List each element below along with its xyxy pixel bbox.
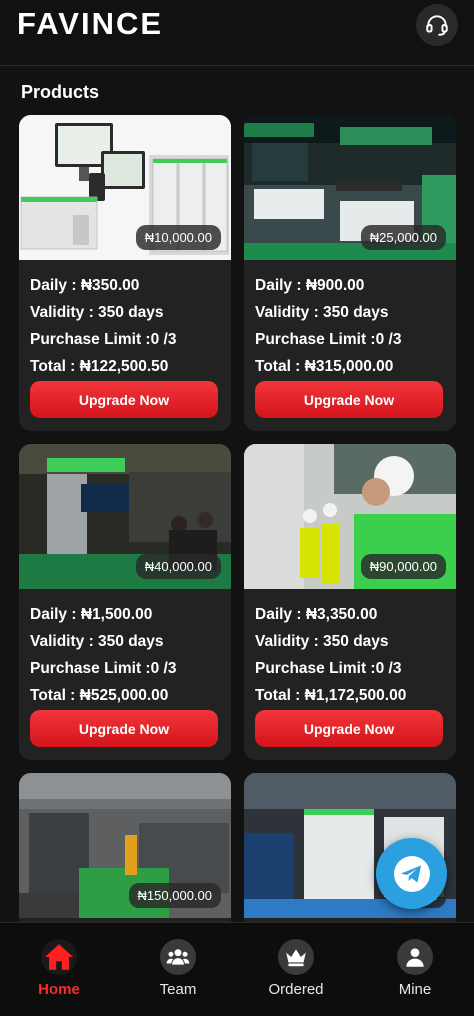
validity: Validity : 350 days: [30, 304, 164, 321]
product-price: ₦10,000.00: [135, 225, 221, 250]
upgrade-now-button[interactable]: Upgrade Now: [30, 381, 218, 418]
product-card: ₦10,000.00 Daily : ₦350.00 Validity : 35…: [19, 115, 231, 431]
total-income: Total : ₦315,000.00: [255, 358, 394, 375]
upgrade-now-button[interactable]: Upgrade Now: [255, 710, 443, 747]
daily-income: Daily : ₦900.00: [255, 277, 365, 294]
validity: Validity : 350 days: [255, 633, 389, 650]
product-image: ₦40,000.00: [19, 444, 231, 589]
product-price: ₦150,000.00: [128, 883, 221, 908]
app-header: FAVINCE: [0, 0, 474, 66]
product-card: ₦40,000.00 Daily : ₦1,500.00 Validity : …: [19, 444, 231, 760]
product-price: ₦25,000.00: [360, 225, 446, 250]
user-icon: [397, 939, 433, 975]
upgrade-now-button[interactable]: Upgrade Now: [30, 710, 218, 747]
bottom-navigation: Home Team Ordered Mine: [0, 922, 474, 1016]
section-title: Products: [21, 82, 100, 102]
purchase-limit: Purchase Limit :0 /3: [255, 331, 402, 348]
nav-team[interactable]: Team: [128, 939, 228, 998]
nav-label: Home: [38, 981, 80, 998]
product-price: ₦90,000.00: [360, 554, 446, 579]
telegram-icon: [393, 855, 430, 892]
home-icon: [41, 939, 77, 975]
purchase-limit: Purchase Limit :0 /3: [30, 331, 177, 348]
headset-icon: [426, 15, 448, 36]
upgrade-now-button[interactable]: Upgrade Now: [255, 381, 443, 418]
product-image: ₦90,000.00: [244, 444, 456, 589]
telegram-button[interactable]: [376, 838, 447, 909]
daily-income: Daily : ₦3,350.00: [255, 606, 378, 623]
product-image: ₦10,000.00: [19, 115, 231, 260]
crown-icon: [278, 939, 314, 975]
validity: Validity : 350 days: [30, 633, 164, 650]
total-income: Total : ₦122,500.50: [30, 358, 169, 375]
purchase-limit: Purchase Limit :0 /3: [255, 660, 402, 677]
nav-ordered[interactable]: Ordered: [246, 939, 346, 998]
nav-label: Team: [159, 981, 197, 998]
product-card: ₦90,000.00 Daily : ₦3,350.00 Validity : …: [244, 444, 456, 760]
brand-logo: FAVINCE: [17, 6, 164, 41]
total-income: Total : ₦525,000.00: [30, 687, 169, 704]
team-icon: [160, 939, 196, 975]
product-card: ₦25,000.00 Daily : ₦900.00 Validity : 35…: [244, 115, 456, 431]
nav-label: Mine: [398, 981, 432, 998]
product-price: ₦40,000.00: [135, 554, 221, 579]
product-image: ₦150,000.00: [19, 773, 231, 918]
nav-mine[interactable]: Mine: [365, 939, 465, 998]
nav-home[interactable]: Home: [9, 939, 109, 998]
product-card: ₦150,000.00: [19, 773, 231, 923]
daily-income: Daily : ₦1,500.00: [30, 606, 153, 623]
purchase-limit: Purchase Limit :0 /3: [30, 660, 177, 677]
product-image: ₦25,000.00: [244, 115, 456, 260]
validity: Validity : 350 days: [255, 304, 389, 321]
customer-support-button[interactable]: [416, 4, 458, 46]
total-income: Total : ₦1,172,500.00: [255, 687, 407, 704]
daily-income: Daily : ₦350.00: [30, 277, 140, 294]
nav-label: Ordered: [268, 981, 324, 998]
